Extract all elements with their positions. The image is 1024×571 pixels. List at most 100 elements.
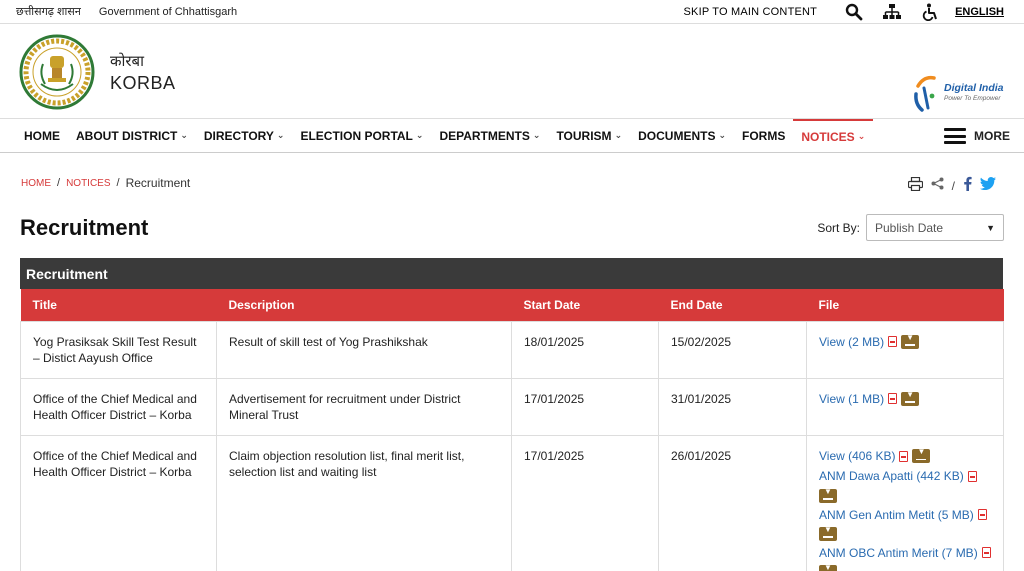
nav-item-label: TOURISM xyxy=(556,128,612,143)
file-entry: ANM Gen Antim Metit (5 MB) xyxy=(819,507,991,541)
cell-end: 26/01/2025 xyxy=(658,435,807,571)
nav-item-forms[interactable]: FORMS xyxy=(734,119,793,152)
hamburger-icon xyxy=(944,128,966,144)
column-header-title: Title xyxy=(20,289,217,321)
cell-start: 18/01/2025 xyxy=(511,320,659,379)
file-view-link[interactable]: View (2 MB) xyxy=(819,334,884,350)
nav-item-label: ELECTION PORTAL xyxy=(300,128,413,143)
download-icon[interactable] xyxy=(901,333,920,349)
file-entry: ANM Dawa Apatti (442 KB) xyxy=(819,468,991,503)
search-icon[interactable] xyxy=(835,0,873,24)
file-view-link[interactable]: View (406 KB) xyxy=(819,448,895,464)
pdf-icon xyxy=(888,336,898,348)
breadcrumb-separator: / xyxy=(57,177,61,189)
cell-title: Office of the Chief Medical and Health O… xyxy=(20,377,217,437)
nav-item-label: FORMS xyxy=(742,128,786,143)
cell-file: View (2 MB) xyxy=(806,320,1004,379)
table-row: Yog Prasiksak Skill Test Result – Distic… xyxy=(20,320,1004,379)
cell-description: Claim objection resolution list, final m… xyxy=(216,435,512,571)
main-navigation: HOME ABOUT DISTRICT ⌄ DIRECTORY ⌄ ELECTION PO… xyxy=(0,119,1024,153)
share-tools: / xyxy=(907,176,996,196)
share-separator: / xyxy=(951,179,955,193)
cell-start: 17/01/2025 xyxy=(511,435,659,571)
digital-india-tagline: Power To Empower xyxy=(944,95,1001,102)
caret-down-icon: ▼ xyxy=(986,222,995,233)
nav-item-label: DIRECTORY xyxy=(203,128,274,143)
download-icon[interactable] xyxy=(901,390,920,406)
download-icon[interactable] xyxy=(819,487,837,503)
cell-end: 15/02/2025 xyxy=(658,320,807,379)
sort-label: Sort By: xyxy=(817,220,860,235)
sort-select-value: Publish Date xyxy=(875,220,944,235)
breadcrumb-current: Recruitment xyxy=(125,176,191,190)
facebook-icon[interactable] xyxy=(963,176,972,196)
cell-description: Result of skill test of Yog Prashikshak xyxy=(216,320,512,379)
district-name-hindi[interactable]: कोरबा xyxy=(110,51,176,71)
pdf-icon xyxy=(981,547,991,559)
recruitment-table: Title Description Start Date End Date File Y… xyxy=(20,289,1004,571)
download-icon[interactable] xyxy=(819,525,837,541)
pdf-icon xyxy=(888,393,898,405)
skip-to-main-content-link[interactable]: SKIP TO MAIN CONTENT xyxy=(684,6,818,18)
pdf-icon xyxy=(977,509,987,521)
nav-item-documents[interactable]: DOCUMENTS ⌄ xyxy=(630,119,734,152)
table-header-row: Title Description Start Date End Date File xyxy=(20,289,1004,321)
file-entry: View (406 KB) xyxy=(819,447,991,464)
column-header-file: File xyxy=(806,289,1004,321)
nav-item-tourism[interactable]: TOURISM ⌄ xyxy=(548,119,630,152)
cell-title: Yog Prasiksak Skill Test Result – Distic… xyxy=(20,320,217,379)
language-switch-link[interactable]: ENGLISH xyxy=(955,6,1004,18)
chhattisgarh-emblem-logo[interactable] xyxy=(19,34,95,110)
state-name-english[interactable]: Government of Chhattisgarh xyxy=(99,6,237,18)
nav-item-departments[interactable]: DEPARTMENTS ⌄ xyxy=(431,119,548,152)
nav-item-directory[interactable]: DIRECTORY ⌄ xyxy=(196,119,293,152)
cell-file: View (1 MB) xyxy=(806,377,1004,437)
site-header: कोरबा KORBA Digital India Power To Empow… xyxy=(0,24,1024,119)
recruitment-table-section: Recruitment Title Description Start Date En… xyxy=(20,258,1004,571)
nav-item-election-portal[interactable]: ELECTION PORTAL ⌄ xyxy=(292,119,431,152)
top-utility-bar: छत्तीसगढ़ शासन Government of Chhattisgar… xyxy=(0,0,1024,24)
more-menu-button[interactable]: MORE xyxy=(944,119,1010,153)
sort-select[interactable]: Publish Date ▼ xyxy=(866,214,1004,241)
nav-item-about-district[interactable]: ABOUT DISTRICT ⌄ xyxy=(68,119,196,152)
print-icon[interactable] xyxy=(907,176,923,196)
download-icon[interactable] xyxy=(912,447,931,464)
nav-item-home[interactable]: HOME xyxy=(16,119,68,152)
twitter-icon[interactable] xyxy=(980,177,996,195)
breadcrumb-separator: / xyxy=(116,177,120,189)
chevron-down-icon: ⌄ xyxy=(857,131,866,141)
more-label: MORE xyxy=(974,129,1010,143)
breadcrumb: HOME / NOTICES / Recruitment xyxy=(21,176,190,190)
accessibility-icon[interactable] xyxy=(911,0,949,24)
column-header-end-date: End Date xyxy=(658,289,807,321)
breadcrumb-home-link[interactable]: HOME xyxy=(21,178,51,189)
file-view-link[interactable]: ANM OBC Antim Merit (7 MB) xyxy=(819,545,978,561)
cell-start: 17/01/2025 xyxy=(511,377,659,437)
table-caption: Recruitment xyxy=(20,258,1003,289)
nav-item-label: NOTICES xyxy=(801,129,855,144)
file-entry: ANM OBC Antim Merit (7 MB) xyxy=(819,545,991,571)
sort-control: Sort By: Publish Date ▼ xyxy=(817,214,1004,241)
cell-title: Office of the Chief Medical and Health O… xyxy=(20,435,217,571)
breadcrumb-notices-link[interactable]: NOTICES xyxy=(66,178,110,189)
cell-description: Advertisement for recruitment under Dist… xyxy=(216,377,512,437)
chevron-down-icon: ⌄ xyxy=(180,130,188,140)
chevron-down-icon: ⌄ xyxy=(532,130,541,140)
nav-item-label: DEPARTMENTS xyxy=(439,128,530,143)
sitemap-icon[interactable] xyxy=(873,0,911,24)
chevron-down-icon: ⌄ xyxy=(276,130,285,140)
table-row: Office of the Chief Medical and Health O… xyxy=(20,435,1004,571)
digital-india-logo[interactable]: Digital India Power To Empower xyxy=(910,72,1010,116)
column-header-start-date: Start Date xyxy=(511,289,659,321)
file-view-link[interactable]: ANM Dawa Apatti (442 KB) xyxy=(819,468,964,484)
district-name-english[interactable]: KORBA xyxy=(110,73,176,94)
cell-file: View (406 KB) ANM Dawa Apatti (442 KB) ANM… xyxy=(806,435,1004,571)
chevron-down-icon: ⌄ xyxy=(614,130,623,140)
share-icon[interactable] xyxy=(931,177,944,195)
file-view-link[interactable]: ANM Gen Antim Metit (5 MB) xyxy=(819,507,974,523)
file-entry: View (2 MB) xyxy=(819,333,991,350)
state-name-hindi[interactable]: छत्तीसगढ़ शासन xyxy=(16,4,81,19)
file-view-link[interactable]: View (1 MB) xyxy=(819,391,884,407)
download-icon[interactable] xyxy=(819,563,837,571)
nav-item-notices[interactable]: NOTICES ⌄ xyxy=(793,119,874,152)
